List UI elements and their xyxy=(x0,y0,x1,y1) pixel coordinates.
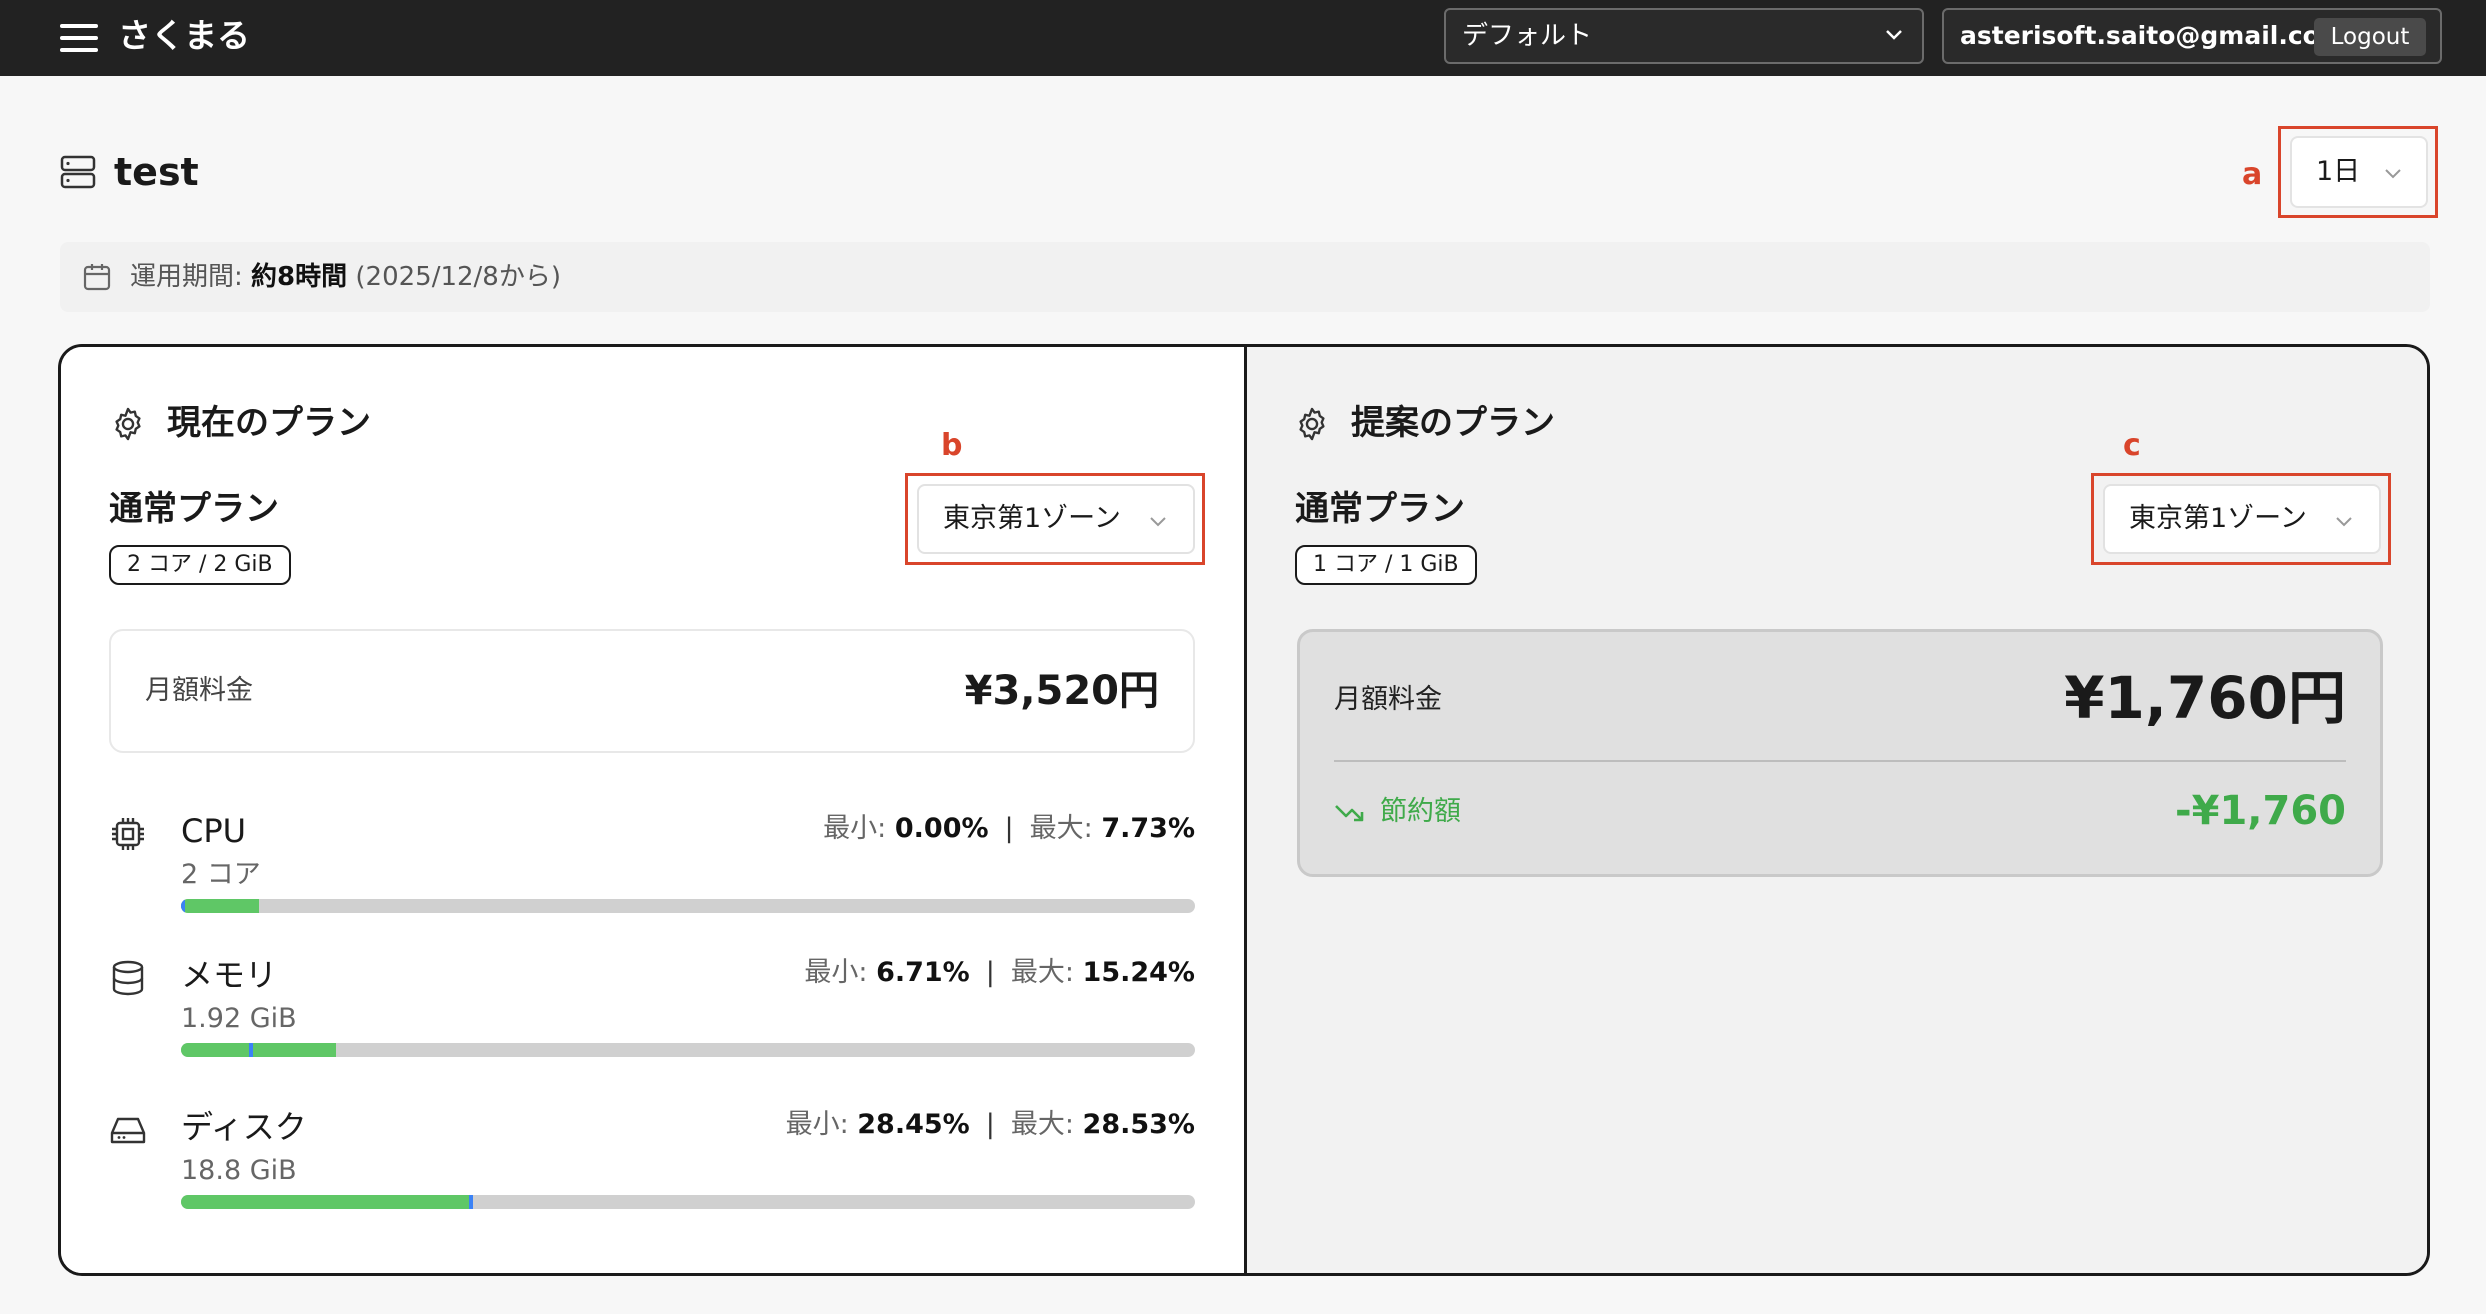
chevron-down-icon xyxy=(1886,30,1902,40)
resource-name: CPU xyxy=(181,812,247,850)
proposed-plan-heading: 提案のプラン xyxy=(1351,403,1555,443)
proposed-spec-badge: 1 コア / 1 GiB xyxy=(1295,545,1477,585)
operation-period-value: 約8時間 xyxy=(251,262,348,292)
annotation-label-a: a xyxy=(2242,157,2263,192)
resource-stats: 最小: 0.00% | 最大: 7.73% xyxy=(823,813,1195,844)
cpu-icon xyxy=(112,818,144,850)
resource-cpu: CPU 2 コア 最小: 0.00% | 最大: 7.73% xyxy=(109,809,1195,929)
resource-memory: メモリ 1.92 GiB 最小: 6.71% | 最大: 15.24% xyxy=(109,953,1195,1073)
usage-bar-min-marker xyxy=(181,899,185,913)
proposed-zone-value: 東京第1ゾーン xyxy=(2129,503,2307,534)
divider xyxy=(1334,760,2346,762)
min-label: 最小: xyxy=(823,813,895,844)
period-select-value: 1日 xyxy=(2316,156,2361,187)
proposed-zone-select[interactable]: 東京第1ゾーン xyxy=(2103,484,2381,554)
usage-bar-fill xyxy=(181,899,260,913)
database-icon xyxy=(112,960,144,996)
proposed-plan-name: 通常プラン xyxy=(1295,489,1465,529)
resource-stats: 最小: 6.71% | 最大: 15.24% xyxy=(804,957,1195,988)
resource-sub: 18.8 GiB xyxy=(181,1155,297,1186)
min-value: 28.45% xyxy=(857,1109,970,1140)
gear-icon xyxy=(115,407,141,441)
max-label: 最大: xyxy=(1010,957,1083,988)
proposed-monthly-price: ¥1,760円 xyxy=(2064,664,2346,732)
current-monthly-label: 月額料金 xyxy=(145,675,253,706)
usage-bar-min-marker xyxy=(469,1195,474,1209)
annotation-label-c: c xyxy=(2123,428,2141,463)
max-value: 15.24% xyxy=(1082,957,1195,988)
usage-bar xyxy=(181,1195,1195,1209)
current-plan-heading: 現在のプラン xyxy=(167,403,371,443)
usage-bar xyxy=(181,899,1195,913)
gear-icon xyxy=(1299,407,1325,441)
current-price-card: 月額料金 ¥3,520円 xyxy=(109,629,1195,753)
min-value: 6.71% xyxy=(876,957,970,988)
chevron-down-icon xyxy=(1150,517,1166,527)
min-value: 0.00% xyxy=(894,813,989,844)
min-label: 最小: xyxy=(804,957,877,988)
top-bar: さくまる デフォルト asterisoft.saito@gmail.com Lo… xyxy=(0,0,2486,76)
current-spec-badge: 2 コア / 2 GiB xyxy=(109,545,291,585)
chevron-down-icon xyxy=(2336,517,2352,527)
resource-name: ディスク xyxy=(181,1108,307,1146)
usage-bar xyxy=(181,1043,1195,1057)
period-select[interactable]: 1日 xyxy=(2290,136,2428,208)
proposed-price-card: 月額料金 ¥1,760円 節約額 -¥1,760 xyxy=(1297,629,2383,877)
savings-value: -¥1,760 xyxy=(2175,788,2346,834)
workspace-select-value: デフォルト xyxy=(1462,21,1593,51)
user-email: asterisoft.saito@gmail.com xyxy=(1960,21,2346,50)
savings-label: 節約額 xyxy=(1380,796,1461,827)
proposed-monthly-label: 月額料金 xyxy=(1334,684,1442,715)
resource-sub: 1.92 GiB xyxy=(181,1003,297,1034)
current-zone-value: 東京第1ゾーン xyxy=(943,503,1121,534)
operation-period-bar: 運用期間: 約8時間 (2025/12/8から) xyxy=(60,242,2430,312)
resource-disk: ディスク 18.8 GiB 最小: 28.45% | 最大: 28.53% xyxy=(109,1105,1195,1225)
resource-stats: 最小: 28.45% | 最大: 28.53% xyxy=(785,1109,1195,1140)
operation-period-since: (2025/12/8から) xyxy=(355,262,561,292)
max-label: 最大: xyxy=(1010,1109,1083,1140)
current-zone-select[interactable]: 東京第1ゾーン xyxy=(917,484,1195,554)
max-value: 28.53% xyxy=(1082,1109,1195,1140)
operation-period-text: 運用期間: 約8時間 (2025/12/8から) xyxy=(130,242,561,312)
resource-sub: 2 コア xyxy=(181,859,261,890)
workspace-select[interactable]: デフォルト xyxy=(1444,8,1924,64)
resource-name: メモリ xyxy=(181,956,278,994)
max-label: 最大: xyxy=(1029,813,1102,844)
page-title: test xyxy=(114,150,199,194)
brand-name[interactable]: さくまる xyxy=(118,14,250,58)
proposed-plan-section: 提案のプラン 通常プラン 1 コア / 1 GiB c 東京第1ゾーン 月額料金… xyxy=(1244,347,2427,1273)
server-icon xyxy=(60,155,96,189)
chevron-down-icon xyxy=(2385,169,2401,179)
logout-button[interactable]: Logout xyxy=(2314,18,2426,56)
current-plan-name: 通常プラン xyxy=(109,489,279,529)
current-monthly-price: ¥3,520円 xyxy=(964,668,1159,714)
current-plan-section: 現在のプラン 通常プラン 2 コア / 2 GiB b 東京第1ゾーン 月額料金… xyxy=(61,347,1244,1273)
calendar-icon xyxy=(83,264,111,291)
hard-drive-icon xyxy=(110,1117,146,1144)
menu-icon[interactable] xyxy=(60,24,98,52)
annotation-label-b: b xyxy=(941,428,963,463)
user-box: asterisoft.saito@gmail.com Logout xyxy=(1942,8,2442,64)
plans-panel: 現在のプラン 通常プラン 2 コア / 2 GiB b 東京第1ゾーン 月額料金… xyxy=(58,344,2430,1276)
trending-down-icon xyxy=(1335,805,1364,822)
usage-bar-fill xyxy=(181,1195,471,1209)
max-value: 7.73% xyxy=(1101,813,1195,844)
min-label: 最小: xyxy=(785,1109,858,1140)
usage-bar-min-marker xyxy=(249,1043,254,1057)
operation-period-label: 運用期間: xyxy=(130,262,252,292)
usage-bar-fill xyxy=(181,1043,336,1057)
